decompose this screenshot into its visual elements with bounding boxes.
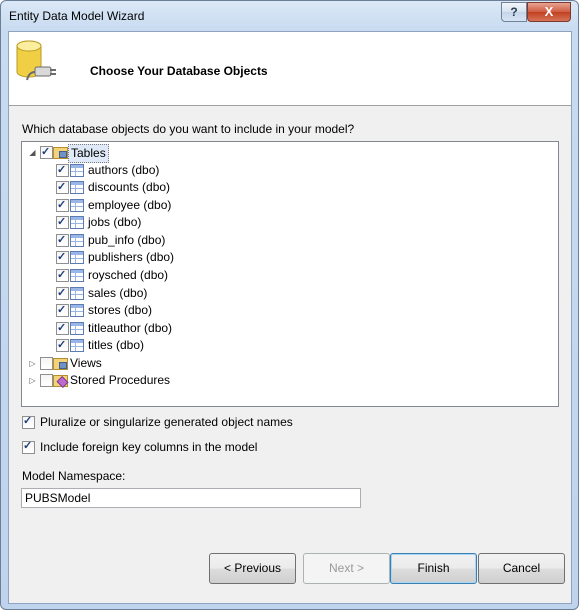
table-icon [70,164,84,177]
foreign-keys-checkbox[interactable] [22,439,35,454]
stored-procedures-checkbox[interactable] [40,374,53,387]
table-row[interactable]: publishers (dbo) [22,249,322,266]
table-checkbox[interactable] [56,249,69,266]
table-checkbox[interactable] [56,320,69,337]
help-button[interactable]: ? [501,2,527,22]
stored-procedures-icon [53,375,68,387]
table-checkbox[interactable] [56,162,69,179]
stored-procedures-label: Stored Procedures [70,373,171,387]
close-button[interactable]: X [527,2,571,22]
table-label: discounts (dbo) [88,180,171,194]
views-checkbox[interactable] [40,357,53,370]
pluralize-checkbox[interactable] [22,414,35,429]
table-label: stores (dbo) [88,303,153,317]
table-row[interactable]: discounts (dbo) [22,179,322,196]
table-row[interactable]: jobs (dbo) [22,214,322,231]
table-checkbox[interactable] [56,267,69,284]
expand-arrow-icon[interactable]: ▷ [28,359,37,368]
collapse-arrow-icon[interactable]: ◢ [28,148,37,157]
table-row[interactable]: roysched (dbo) [22,267,322,284]
table-row[interactable]: pub_info (dbo) [22,232,322,249]
table-label: publishers (dbo) [88,250,175,264]
database-objects-tree[interactable]: ◢ Tables authors (dbo) discounts (dbo) e… [21,141,559,407]
wizard-header: Choose Your Database Objects [9,32,571,106]
expand-arrow-icon[interactable]: ▷ [28,376,37,385]
cancel-button[interactable]: Cancel [478,553,565,584]
table-checkbox[interactable] [56,337,69,354]
table-icon [70,269,84,282]
table-icon [70,251,84,264]
table-row[interactable]: authors (dbo) [22,162,322,179]
table-icon [70,199,84,212]
database-icon [16,40,56,81]
dialog-client-area: Choose Your Database Objects Which datab… [8,31,572,604]
table-icon [70,322,84,335]
tables-folder-icon [53,147,68,159]
table-label: roysched (dbo) [88,268,169,282]
wizard-window: Entity Data Model Wizard ? X Choose Your… [0,0,579,610]
table-label: employee (dbo) [88,198,172,212]
model-namespace-input[interactable] [21,488,361,508]
table-label: titles (dbo) [88,338,145,352]
table-row[interactable]: sales (dbo) [22,285,322,302]
table-label: jobs (dbo) [88,215,142,229]
foreign-keys-label: Include foreign key columns in the model [40,440,258,454]
table-icon [70,234,84,247]
table-row[interactable]: titles (dbo) [22,337,322,354]
views-folder-icon [53,358,68,370]
table-checkbox[interactable] [56,232,69,249]
next-button[interactable]: Next > [303,553,390,584]
table-row[interactable]: titleauthor (dbo) [22,320,322,337]
tree-node-stored-procedures[interactable]: ▷ Stored Procedures [22,372,222,389]
title-bar: Entity Data Model Wizard ? X [1,1,578,31]
table-checkbox[interactable] [56,285,69,302]
model-namespace-label: Model Namespace: [22,469,126,483]
tree-node-views[interactable]: ▷ Views [22,355,222,372]
tables-checkbox[interactable] [40,144,53,161]
window-title: Entity Data Model Wizard [9,9,145,23]
table-label: titleauthor (dbo) [88,321,173,335]
views-label: Views [70,356,102,370]
table-checkbox[interactable] [56,214,69,231]
table-checkbox[interactable] [56,302,69,319]
table-icon [70,216,84,229]
table-label: pub_info (dbo) [88,233,166,247]
table-icon [70,304,84,317]
table-icon [70,287,84,300]
page-title: Choose Your Database Objects [90,64,268,78]
table-icon [70,339,84,352]
table-label: authors (dbo) [88,163,160,177]
pluralize-label: Pluralize or singularize generated objec… [40,415,293,429]
table-row[interactable]: stores (dbo) [22,302,322,319]
previous-button[interactable]: < Previous [209,553,296,584]
table-checkbox[interactable] [56,197,69,214]
finish-button[interactable]: Finish [390,553,477,584]
table-icon [70,181,84,194]
tree-node-tables[interactable]: ◢ Tables [22,144,222,163]
table-row[interactable]: employee (dbo) [22,197,322,214]
table-checkbox[interactable] [56,179,69,196]
objects-question-label: Which database objects do you want to in… [22,122,355,136]
tables-label: Tables [68,144,109,163]
table-label: sales (dbo) [88,286,148,300]
